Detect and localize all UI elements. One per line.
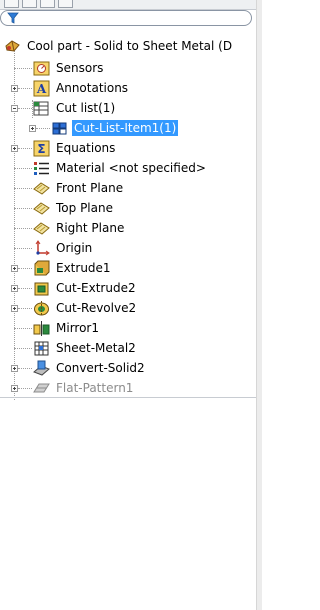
tree-item-right-plane[interactable]: Right Plane [33,218,126,238]
expand-toggle[interactable] [11,385,18,392]
panel-tab-bar [0,0,256,10]
tree-item-label: Origin [56,241,93,255]
tree-connector [18,368,32,369]
tree-connector [18,88,32,89]
expand-toggle[interactable] [11,145,18,152]
splitter-strip[interactable] [256,0,262,610]
tree-item-label-suppressed: Flat-Pattern1 [56,381,134,395]
tree-connector [14,168,32,169]
tree-item-front-plane[interactable]: Front Plane [33,178,125,198]
tree-item-material[interactable]: Material <not specified> [33,158,208,178]
tree-item-label: Annotations [56,81,129,95]
expand-toggle[interactable] [11,85,18,92]
tree-connector [14,348,32,349]
tree-connector [14,208,32,209]
filter-funnel-icon[interactable] [7,12,19,24]
tab-stub[interactable] [58,0,73,8]
cut-revolve-icon [34,300,49,316]
tree-connector [18,148,32,149]
plane-icon [33,181,50,195]
tree-connector [14,188,32,189]
tree-connector [18,268,32,269]
tree-item-flat-pattern1[interactable]: Flat-Pattern1 [33,378,135,398]
tree-item-cut-list[interactable]: Cut list(1) [33,98,117,118]
feature-manager-panel: Cool part - Solid to Sheet Metal (D Sens… [0,0,256,610]
plane-icon [33,201,50,215]
tree-connector [14,248,32,249]
flat-pattern-icon [33,383,50,392]
expand-toggle[interactable] [29,125,36,132]
cut-list-item-icon [52,122,67,134]
tree-item-label: Cut-Extrude2 [56,281,136,295]
tree-connector [36,128,50,129]
expand-toggle[interactable] [11,365,18,372]
tree-item-label: Material <not specified> [56,161,206,175]
tree-connector [14,68,32,69]
tree-connector [18,108,32,109]
plane-icon [33,221,50,235]
tree-item-mirror1[interactable]: Mirror1 [33,318,101,338]
tree-connector [14,328,32,329]
svg-text:Σ: Σ [37,142,45,156]
tree-item-top-plane[interactable]: Top Plane [33,198,115,218]
tree-item-label: Extrude1 [56,261,111,275]
filter-field[interactable] [0,10,252,26]
tree-item-label: Cut list(1) [56,101,116,115]
tree-item-sensors[interactable]: Sensors [33,58,105,78]
tree-item-label: Sheet-Metal2 [56,341,136,355]
tree-item-label: Sensors [56,61,104,75]
equations-icon: Σ [33,140,50,156]
sheet-metal-icon [34,341,49,355]
tree-item-equations[interactable]: Σ Equations [33,138,117,158]
tab-stub[interactable] [40,0,55,8]
cut-list-icon [33,101,49,115]
collapse-toggle[interactable] [11,105,18,112]
tree-root[interactable]: Cool part - Solid to Sheet Metal (D [4,36,234,56]
origin-icon [35,239,50,255]
tab-stub[interactable] [22,0,37,8]
tree-item-label: Top Plane [56,201,113,215]
tree-item-label: Right Plane [56,221,125,235]
tree-item-cut-revolve2[interactable]: Cut-Revolve2 [33,298,138,318]
tree-connector [18,388,32,389]
mirror-icon [33,320,50,336]
tree-connector [18,308,32,309]
tree-item-cut-list-item1[interactable]: Cut-List-Item1(1) [51,118,179,138]
tree-item-cut-extrude2[interactable]: Cut-Extrude2 [33,278,138,298]
convert-solid-icon [33,360,50,376]
tree-connector [18,288,32,289]
tab-stub[interactable] [4,0,19,8]
sensors-icon [33,61,50,75]
cut-extrude-icon [34,282,49,295]
tree-item-label: Cut-Revolve2 [56,301,137,315]
tree-item-origin[interactable]: Origin [33,238,94,258]
tree-item-convert-solid2[interactable]: Convert-Solid2 [33,358,147,378]
tree-connector [14,228,32,229]
tree-item-label-selected: Cut-List-Item1(1) [72,120,179,136]
tree-item-sheet-metal2[interactable]: Sheet-Metal2 [33,338,138,358]
tree-item-annotations[interactable]: A Annotations [33,78,130,98]
material-icon [34,161,49,175]
panel-divider [0,397,256,398]
tree-item-label: Front Plane [56,181,124,195]
svg-text:A: A [36,82,47,96]
tree-item-label: Mirror1 [56,321,99,335]
expand-toggle[interactable] [11,305,18,312]
tree-item-label: Convert-Solid2 [56,361,145,375]
tree-item-label: Equations [56,141,116,155]
expand-toggle[interactable] [11,265,18,272]
annotations-icon: A [33,80,50,96]
extrude-icon [34,260,50,275]
tree-item-extrude1[interactable]: Extrude1 [33,258,113,278]
expand-toggle[interactable] [11,285,18,292]
part-icon [5,39,20,52]
tree-root-label: Cool part - Solid to Sheet Metal (D [27,39,233,53]
